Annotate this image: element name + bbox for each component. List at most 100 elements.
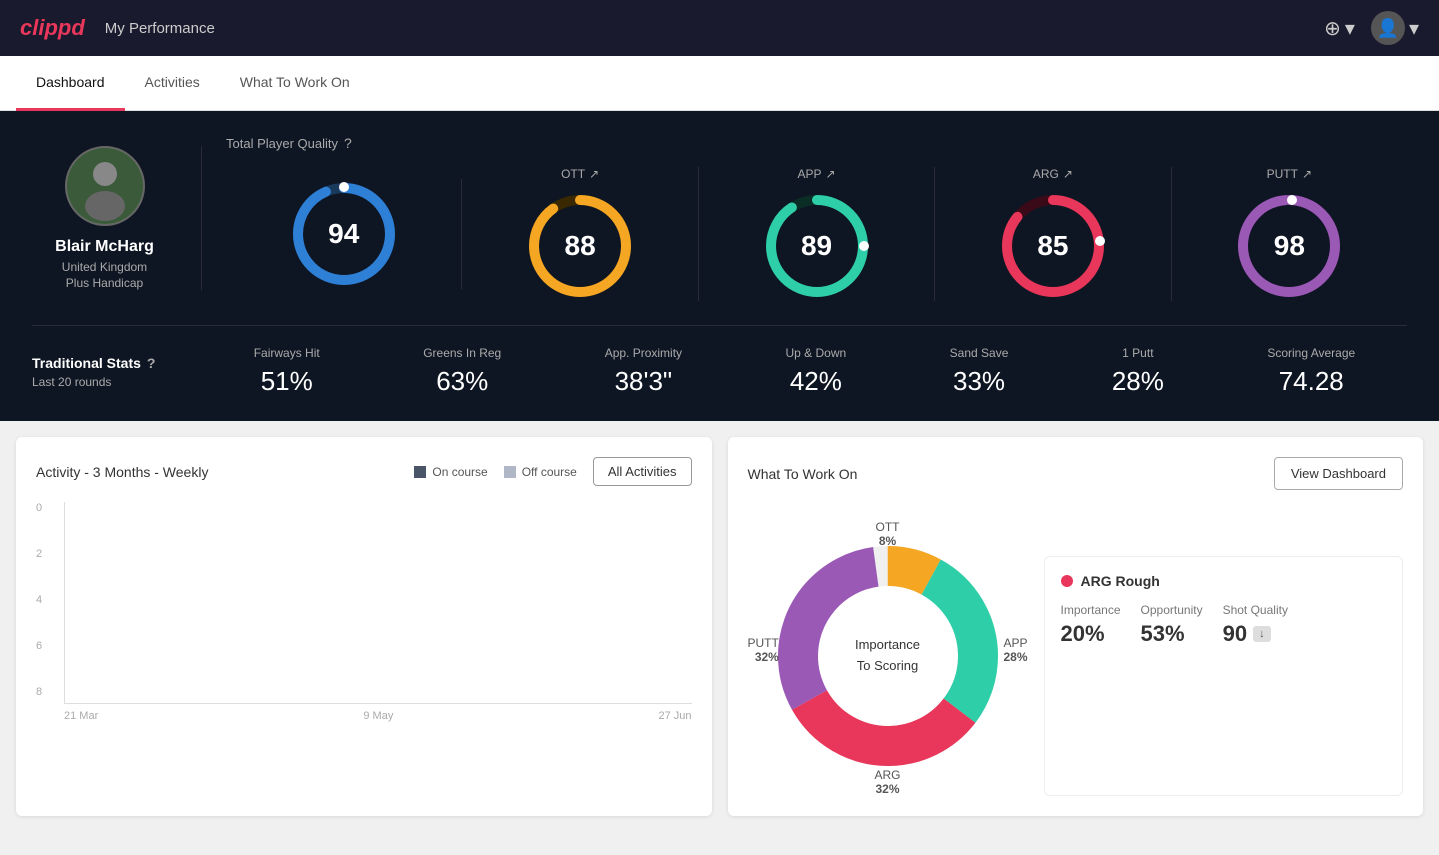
bar-group-3: [223, 502, 270, 703]
all-activities-button[interactable]: All Activities: [593, 457, 692, 486]
trad-stat-label-greens: Greens In Reg: [423, 346, 501, 360]
legend-off-course: Off course: [504, 465, 577, 479]
score-circle-app: 89: [762, 191, 872, 301]
donut-label-ott: OTT 8%: [876, 520, 900, 548]
avatar: 👤: [1371, 11, 1405, 45]
tab-activities[interactable]: Activities: [125, 56, 220, 111]
bar-group-5: [329, 502, 376, 703]
bar-group-11: [645, 502, 692, 703]
header-title: My Performance: [105, 20, 215, 37]
legend-off-label: Off course: [522, 465, 577, 479]
quality-label: Total Player Quality ?: [226, 135, 1407, 151]
tab-bar: Dashboard Activities What To Work On: [0, 56, 1439, 111]
chart-x-labels: 21 Mar 9 May 27 Jun: [64, 704, 692, 722]
activity-controls: On course Off course All Activities: [414, 457, 691, 486]
score-value-arg: 85: [1037, 230, 1068, 262]
score-circle-arg: 85: [998, 191, 1108, 301]
quality-scores: 94 OTT ↗ 88: [226, 167, 1407, 301]
trad-stat-1putt: 1 Putt 28%: [1112, 346, 1164, 397]
info-metric-value-opportunity: 53%: [1141, 621, 1203, 647]
profile-country: United Kingdom: [62, 260, 147, 274]
score-circle-putt: 98: [1234, 191, 1344, 301]
score-app: APP ↗ 89: [699, 167, 935, 301]
bottom-content: Activity - 3 Months - Weekly On course O…: [0, 421, 1439, 832]
bar-group-10: [592, 502, 639, 703]
activity-card: Activity - 3 Months - Weekly On course O…: [16, 437, 712, 816]
trad-stat-value-greens: 63%: [436, 366, 488, 397]
add-button[interactable]: ⊕ ▾: [1324, 16, 1355, 41]
score-label-app: APP ↗: [797, 167, 835, 181]
bar-group-1: [118, 502, 165, 703]
info-card-title: ARG Rough: [1061, 573, 1387, 589]
score-value-ott: 88: [565, 230, 596, 262]
trad-stat-updown: Up & Down 42%: [786, 346, 847, 397]
trad-stats: Fairways Hit 51% Greens In Reg 63% App. …: [202, 346, 1407, 397]
legend-on-course: On course: [414, 465, 487, 479]
donut-chart: ImportanceTo Scoring OTT 8% APP 28% ARG …: [748, 516, 1028, 796]
score-circle-ott: 88: [525, 191, 635, 301]
profile-section: Blair McHarg United Kingdom Plus Handica…: [32, 146, 202, 290]
header-left: clippd My Performance: [20, 15, 215, 41]
trad-sublabel: Last 20 rounds: [32, 375, 202, 389]
bar-group-2: [170, 502, 217, 703]
info-metric-value-shot-quality: 90 ↓: [1223, 621, 1288, 647]
bar-group-9: [539, 502, 586, 703]
tab-dashboard[interactable]: Dashboard: [16, 56, 125, 111]
header: clippd My Performance ⊕ ▾ 👤 ▾: [0, 0, 1439, 56]
trad-stat-label-sand: Sand Save: [950, 346, 1009, 360]
score-ott: OTT ↗ 88: [462, 167, 698, 301]
header-right: ⊕ ▾ 👤 ▾: [1324, 11, 1419, 45]
bar-group-4: [276, 502, 323, 703]
activity-title: Activity - 3 Months - Weekly: [36, 464, 208, 480]
avatar-chevron: ▾: [1409, 16, 1419, 41]
score-circle-total: 94: [289, 179, 399, 289]
trad-label: Traditional Stats ?: [32, 355, 202, 371]
trad-stat-label-fairways: Fairways Hit: [254, 346, 320, 360]
score-value-total: 94: [328, 218, 359, 250]
trad-stat-value-1putt: 28%: [1112, 366, 1164, 397]
score-label-arg: ARG ↗: [1033, 167, 1073, 181]
tab-what-to-work-on[interactable]: What To Work On: [220, 56, 370, 111]
info-metric-importance: Importance 20%: [1061, 603, 1121, 647]
legend-off-icon: [504, 466, 516, 478]
score-arg: ARG ↗ 85: [935, 167, 1171, 301]
traditional-stats-row: Traditional Stats ? Last 20 rounds Fairw…: [32, 326, 1407, 397]
work-on-body: ImportanceTo Scoring OTT 8% APP 28% ARG …: [748, 516, 1404, 796]
trad-stat-sand: Sand Save 33%: [950, 346, 1009, 397]
trad-stat-greens: Greens In Reg 63%: [423, 346, 501, 397]
score-value-putt: 98: [1274, 230, 1305, 262]
trad-stat-value-proximity: 38'3": [615, 366, 673, 397]
trad-stat-proximity: App. Proximity 38'3": [605, 346, 682, 397]
trad-label-section: Traditional Stats ? Last 20 rounds: [32, 355, 202, 389]
donut-label-app: APP 28%: [1003, 636, 1027, 664]
legend-on-label: On course: [432, 465, 487, 479]
info-metric-opportunity: Opportunity 53%: [1141, 603, 1203, 647]
trad-stat-value-sand: 33%: [953, 366, 1005, 397]
score-total: 94: [226, 179, 462, 289]
quality-help-icon[interactable]: ?: [344, 135, 352, 151]
legend-on-icon: [414, 466, 426, 478]
donut-center-text: ImportanceTo Scoring: [855, 635, 920, 677]
profile-stats-row: Blair McHarg United Kingdom Plus Handica…: [32, 135, 1407, 326]
avatar-button[interactable]: 👤 ▾: [1371, 11, 1419, 45]
logo: clippd: [20, 15, 85, 41]
profile-name: Blair McHarg: [55, 238, 154, 256]
chart-y-labels: 8 6 4 2 0: [36, 502, 56, 698]
shot-quality-badge: ↓: [1253, 626, 1271, 642]
trad-stat-label-proximity: App. Proximity: [605, 346, 682, 360]
info-metric-label-shot-quality: Shot Quality: [1223, 603, 1288, 617]
trad-stat-value-scoring: 74.28: [1279, 366, 1344, 397]
info-metric-shot-quality: Shot Quality 90 ↓: [1223, 603, 1288, 647]
view-dashboard-button[interactable]: View Dashboard: [1274, 457, 1403, 490]
add-chevron: ▾: [1345, 16, 1355, 41]
bar-group-8: [487, 502, 534, 703]
trad-help-icon[interactable]: ?: [147, 355, 156, 371]
trad-stat-label-scoring: Scoring Average: [1267, 346, 1355, 360]
profile-handicap: Plus Handicap: [66, 276, 143, 290]
donut-label-arg: ARG 32%: [874, 768, 900, 796]
work-on-header: What To Work On View Dashboard: [748, 457, 1404, 490]
bar-group-7: [434, 502, 481, 703]
info-card: ARG Rough Importance 20% Opportunity 53%…: [1044, 556, 1404, 796]
info-dot: [1061, 575, 1073, 587]
info-metric-value-importance: 20%: [1061, 621, 1121, 647]
